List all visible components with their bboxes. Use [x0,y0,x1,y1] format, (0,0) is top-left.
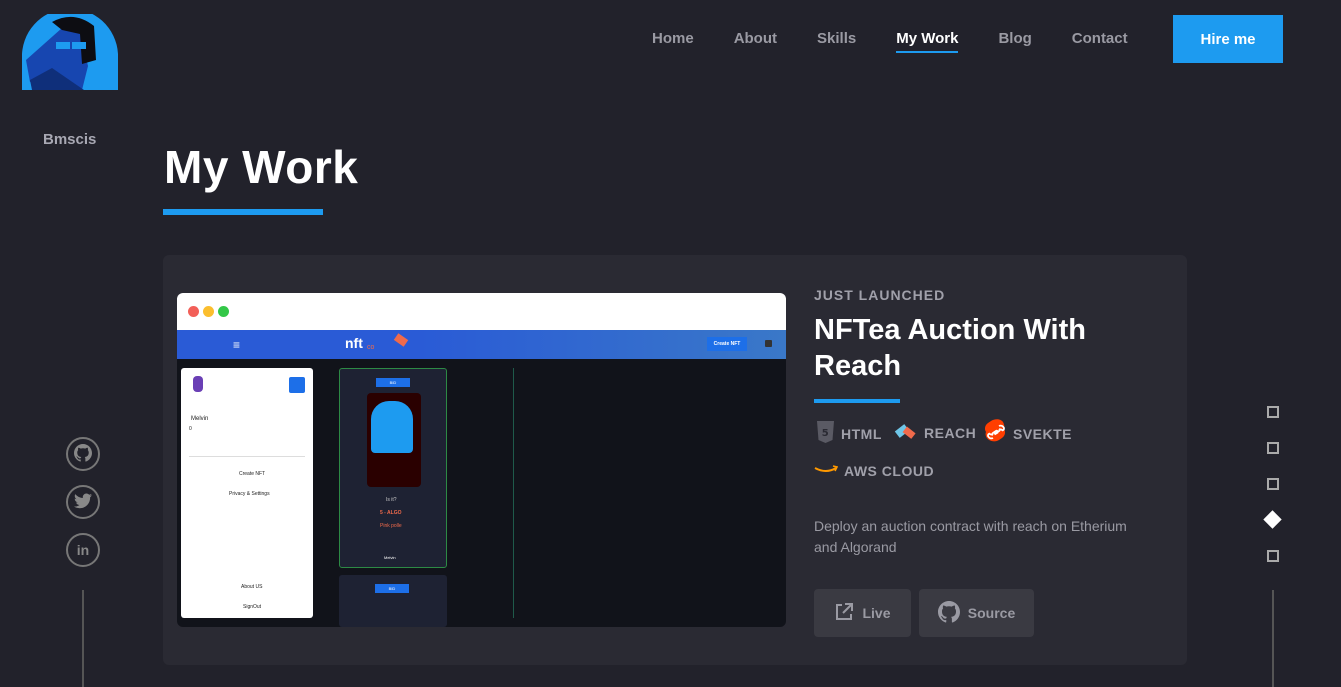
tech-aws: AWS CLOUD [814,462,934,479]
nav-skills[interactable]: Skills [817,30,856,53]
main-nav: Home About Skills My Work Blog Contact [652,30,1168,53]
project-description: Deploy an auction contract with reach on… [814,518,1127,555]
reach-logo-icon [393,333,409,347]
project-title: NFTea Auction With Reach [814,314,1086,382]
github-icon [74,443,92,465]
bid-badge-2: BID [375,584,409,593]
title-underline [163,209,323,215]
nft-card: BID Is it? 5 - ALGO Pink polle Melvin [339,368,447,568]
live-button[interactable]: Live [814,589,911,637]
logo-avatar[interactable] [21,8,120,92]
menu-privacy-settings: Privacy & Settings [229,491,270,497]
browser-chrome [177,293,786,330]
app-logo-sub: co [367,344,375,351]
nav-home[interactable]: Home [652,30,694,53]
wallet-icon [765,340,772,347]
source-button[interactable]: Source [919,589,1034,637]
screenshot-divider [513,368,514,618]
nav-blog[interactable]: Blog [998,30,1031,53]
menu-create-nft: Create NFT [239,471,266,477]
nft-artwork [367,393,421,487]
hamburger-icon: ≡ [233,338,241,352]
pager-dot-2[interactable] [1267,442,1279,454]
user-name: Melvin [191,416,209,422]
nav-about[interactable]: About [734,30,777,53]
user-balance: 0 [189,426,192,432]
create-nft-button: Create NFT [707,337,747,351]
app-sidebar: Melvin 0 Create NFT Privacy & Settings A… [181,368,313,618]
maximize-dot-icon [218,306,229,317]
bid-badge: BID [376,378,410,387]
project-title-underline [814,399,900,403]
brand-name: Bmscis [43,131,97,148]
nav-my-work[interactable]: My Work [896,30,959,53]
menu-about-us: About US [241,584,263,590]
svelte-icon [984,419,1007,448]
aws-icon [814,462,839,479]
source-button-label: Source [967,605,1016,621]
tech-html-label: HTML [841,425,882,442]
external-link-icon [834,602,854,625]
pager-dot-4-active[interactable] [1263,510,1282,529]
left-divider-line [82,590,84,687]
linkedin-icon: in [76,542,90,558]
pager-dot-3[interactable] [1267,478,1279,490]
app-logo: nft [345,335,363,351]
hire-me-button[interactable]: Hire me [1173,15,1283,63]
user-avatar [193,376,203,392]
project-screenshot[interactable]: ≡ nft co Create NFT Melvin 0 Create NFT … [177,293,786,627]
sidebar-divider [189,456,305,457]
pager-dot-5[interactable] [1267,550,1279,562]
nft-subtitle: Is it? [386,497,397,503]
tech-reach: REACH [894,421,976,444]
tech-aws-label: AWS CLOUD [844,462,935,479]
project-tag: JUST LAUNCHED [814,287,946,303]
nft-card-2: BID [339,575,447,627]
tech-svelte: SVEKTE [984,419,1073,448]
reach-icon [894,421,918,444]
linkedin-link[interactable]: in [66,533,100,567]
twitter-link[interactable] [66,485,100,519]
menu-signout: SignOut [243,604,262,610]
svg-text:5: 5 [822,428,829,439]
right-divider-line [1272,590,1274,687]
tech-svelte-label: SVEKTE [1013,425,1073,442]
html5-icon: 5 [816,421,835,446]
nft-price: 5 - ALGO [380,510,402,516]
live-button-label: Live [862,605,891,621]
tech-reach-label: REACH [924,424,977,441]
close-dot-icon [188,306,199,317]
github-icon [937,600,960,626]
nav-contact[interactable]: Contact [1072,30,1128,53]
nft-owner: Melvin [384,555,396,560]
edit-icon [289,377,305,393]
page-title: My Work [164,141,359,193]
github-link[interactable] [66,437,100,471]
minimize-dot-icon [203,306,214,317]
twitter-icon [74,493,92,512]
pager-dot-1[interactable] [1267,406,1279,418]
app-header: ≡ nft co Create NFT [177,330,786,359]
tech-html: 5 HTML [816,421,882,446]
nft-name: Pink polle [380,523,402,529]
